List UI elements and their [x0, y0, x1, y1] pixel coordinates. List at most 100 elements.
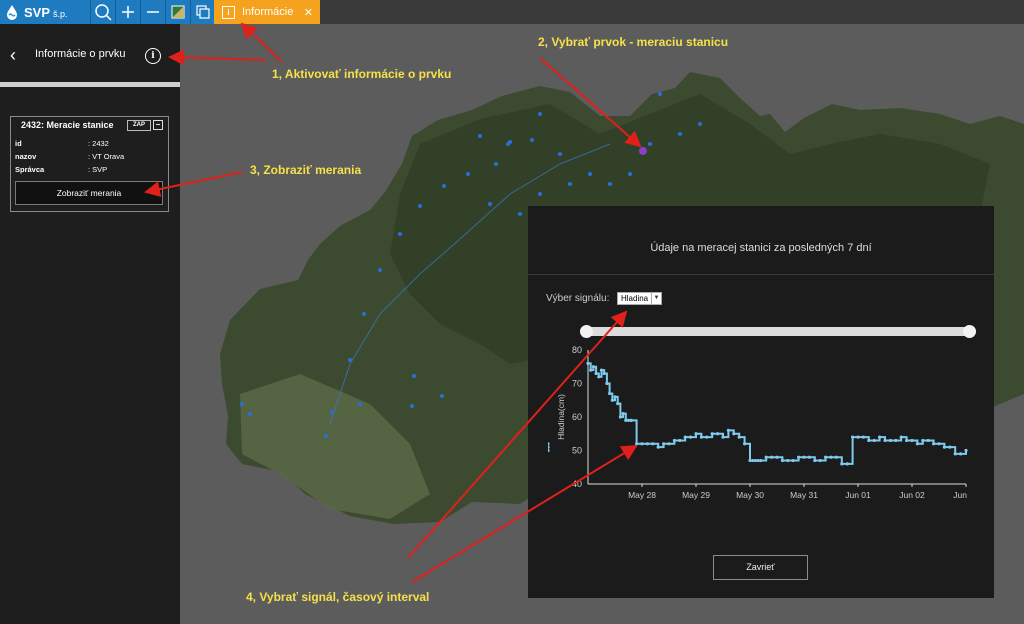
data-point: [964, 448, 968, 453]
data-point: [802, 455, 806, 459]
y-axis-title: Hladina(cm): [556, 394, 566, 440]
data-point: [824, 455, 828, 459]
data-point: [699, 435, 703, 439]
data-point: [656, 445, 660, 449]
feature-card: 2432: Meracie stanice ZAP − id : 2432 na…: [10, 116, 169, 212]
y-tick-label: 50: [572, 446, 582, 456]
data-point: [716, 432, 720, 436]
data-point: [894, 438, 898, 443]
x-tick-label: Jun 02: [899, 490, 925, 500]
data-point: [548, 442, 550, 446]
data-point: [548, 448, 550, 453]
data-point: [942, 445, 946, 449]
dialog-divider: [528, 274, 994, 275]
data-point: [878, 435, 882, 439]
data-point: [616, 402, 620, 406]
data-point: [689, 435, 693, 439]
data-point: [867, 438, 871, 443]
data-point: [856, 435, 860, 439]
data-point: [726, 428, 730, 432]
annotation-step-4: 4, Vybrať signál, časový interval: [246, 590, 430, 604]
data-point: [883, 438, 887, 443]
data-point: [667, 442, 671, 446]
zap-button[interactable]: ZAP: [127, 120, 151, 131]
data-point: [948, 445, 952, 449]
data-point: [926, 438, 930, 443]
data-point: [743, 442, 747, 446]
time-range-slider[interactable]: [580, 325, 976, 338]
feature-card-header: 2432: Meracie stanice ZAP −: [11, 117, 168, 131]
data-point: [694, 432, 698, 436]
close-tab-icon[interactable]: ✕: [304, 6, 313, 19]
x-tick-label: Jun 03: [953, 490, 968, 500]
selected-station-marker[interactable]: [639, 147, 647, 155]
data-point: [710, 432, 714, 436]
data-point: [905, 438, 909, 443]
search-icon: [95, 4, 112, 21]
attribute-value: : SVP: [88, 165, 108, 174]
basemap-icon: [171, 5, 185, 19]
data-point: [635, 442, 639, 446]
signal-label: Výber signálu:: [546, 293, 610, 304]
top-toolbar: SVP š.p. i Informácie ✕: [0, 0, 1024, 24]
close-button[interactable]: Zavrieť: [713, 555, 808, 580]
data-point: [775, 455, 779, 459]
data-point: [732, 432, 736, 436]
panel-divider: [0, 82, 180, 87]
data-point: [797, 455, 801, 459]
search-button[interactable]: [90, 0, 115, 24]
data-point: [953, 452, 957, 456]
layers-icon: [196, 5, 210, 19]
data-point: [605, 381, 609, 386]
x-tick-label: Jun 01: [845, 490, 871, 500]
back-arrow-icon[interactable]: ‹: [10, 46, 16, 64]
data-point: [610, 398, 614, 402]
data-point: [834, 455, 838, 459]
signal-select[interactable]: Hladina ▼: [617, 292, 662, 305]
data-point: [840, 462, 844, 466]
y-tick-label: 40: [572, 479, 582, 489]
annotation-step-3: 3, Zobraziť merania: [250, 163, 362, 177]
data-point: [872, 438, 876, 443]
data-point: [910, 438, 914, 443]
data-point: [759, 458, 763, 463]
attribute-value: : VT Orava: [88, 152, 125, 161]
data-point: [829, 455, 833, 459]
zoom-in-icon: [122, 6, 134, 18]
data-point: [786, 458, 790, 463]
annotation-step-2: 2, Vybrať prvok - meraciu stanicu: [538, 35, 729, 49]
level-chart: 40 50 60 70 80 May 28 May 29 May 30 May 31 Jun 01…: [548, 345, 968, 500]
zoom-out-button[interactable]: [140, 0, 165, 24]
range-start-handle[interactable]: [580, 325, 593, 338]
data-point: [780, 458, 784, 463]
panel-header: ‹ Informácie o prvku i: [0, 24, 180, 84]
data-point: [818, 458, 822, 463]
data-point: [959, 452, 963, 456]
info-square-icon: i: [222, 5, 235, 19]
data-point: [613, 395, 617, 399]
tab-informacie[interactable]: i Informácie ✕: [214, 0, 320, 24]
zoom-in-button[interactable]: [115, 0, 140, 24]
data-point: [683, 435, 687, 439]
data-point: [791, 458, 795, 463]
attribute-key: Správca: [15, 165, 45, 174]
show-measurements-button[interactable]: Zobraziť merania: [15, 181, 163, 205]
signal-select-value: Hladina: [621, 294, 649, 303]
y-tick-label: 70: [572, 379, 582, 389]
data-point: [813, 458, 817, 463]
data-point: [851, 435, 855, 439]
basemap-button[interactable]: [165, 0, 190, 24]
collapse-icon[interactable]: −: [153, 120, 163, 130]
series-line: [588, 362, 967, 465]
data-point: [599, 368, 604, 372]
data-point: [629, 418, 633, 422]
data-point: [591, 365, 595, 369]
info-circle-icon[interactable]: i: [145, 48, 161, 64]
x-tick-label: May 31: [790, 490, 818, 500]
dialog-title: Údaje na meracej stanici za posledných 7…: [650, 242, 872, 254]
data-point: [597, 375, 601, 379]
data-point: [672, 438, 676, 443]
layers-button[interactable]: [190, 0, 215, 24]
range-end-handle[interactable]: [963, 325, 976, 338]
data-point: [594, 371, 598, 376]
